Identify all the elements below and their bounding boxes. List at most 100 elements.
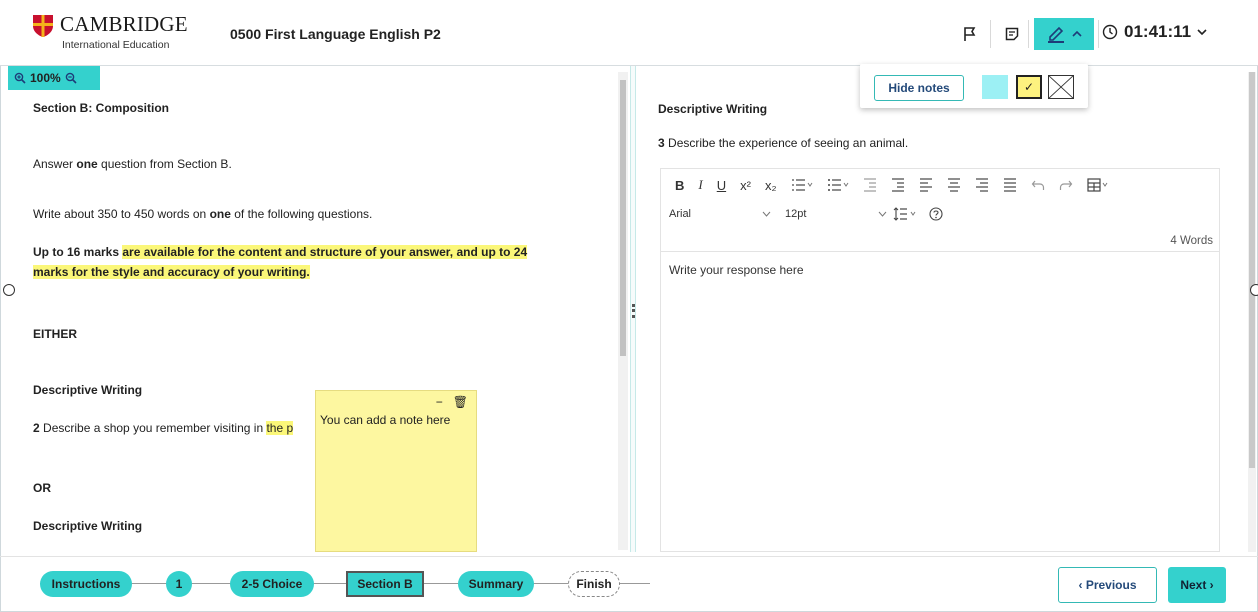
italic-button[interactable]: I	[698, 177, 702, 193]
text-segment: Up to 16 marks	[33, 245, 123, 259]
header-separator	[1028, 20, 1029, 48]
response-heading: Descriptive Writing	[658, 102, 768, 116]
notes-button[interactable]	[1000, 22, 1024, 46]
font-size-value: 12pt	[785, 208, 807, 220]
flag-button[interactable]	[958, 22, 982, 46]
hide-notes-button[interactable]: Hide notes	[874, 75, 964, 101]
align-center-icon[interactable]	[947, 178, 961, 192]
next-button[interactable]: Next ›	[1168, 567, 1226, 603]
bold-button[interactable]: B	[675, 178, 684, 193]
timer[interactable]: 01:41:11	[1102, 22, 1207, 42]
drag-handle-icon[interactable]	[632, 304, 635, 318]
exam-title: 0500 First Language English P2	[230, 26, 441, 42]
marks-instruction: Up to 16 marks are available for the con…	[33, 242, 593, 282]
step-instructions[interactable]: Instructions	[40, 571, 132, 597]
left-scrollbar[interactable]	[618, 72, 628, 550]
header-separator	[990, 20, 991, 48]
superscript-button[interactable]: x²	[740, 178, 751, 193]
editor-toolbar: B I U x² x₂	[661, 169, 1219, 201]
delete-icon[interactable]: 🗑	[453, 395, 468, 409]
question-2-heading: Descriptive Writing	[33, 383, 143, 397]
text-segment: of the following questions.	[230, 207, 373, 221]
text-segment: Answer	[33, 157, 77, 171]
text-segment: Describe a shop you remember visiting in	[39, 421, 267, 435]
highlighter-toggle-button[interactable]	[1034, 18, 1094, 50]
step-1[interactable]: 1	[166, 571, 192, 597]
undo-icon[interactable]	[1031, 178, 1045, 192]
justify-icon[interactable]	[1003, 178, 1017, 192]
align-left-icon[interactable]	[919, 178, 933, 192]
step-2-5-choice[interactable]: 2-5 Choice	[230, 571, 314, 597]
question-3-text: 3 Describe the experience of seeing an a…	[658, 136, 908, 150]
question-number: 2	[33, 421, 40, 435]
header-separator	[1098, 20, 1099, 48]
scrollbar-thumb[interactable]	[620, 80, 626, 356]
previous-button[interactable]: ‹ Previous	[1058, 567, 1157, 603]
header: CAMBRIDGE International Education 0500 F…	[0, 0, 1258, 66]
note-toolbar: − 🗑	[436, 395, 468, 409]
numbered-list-icon[interactable]	[791, 178, 813, 192]
font-size-select[interactable]: 12pt	[785, 208, 887, 220]
cambridge-logo: CAMBRIDGE International Education	[32, 12, 192, 56]
font-family-select[interactable]: Arial	[669, 208, 771, 220]
chevron-down-icon	[1197, 29, 1207, 36]
check-icon: ✓	[1023, 80, 1035, 94]
minimize-icon[interactable]: −	[436, 395, 443, 409]
question-number: 3	[658, 136, 665, 150]
zoom-control[interactable]: 100%	[8, 66, 100, 90]
notes-popover: Hide notes ✓	[860, 64, 1088, 108]
flag-icon	[964, 27, 976, 41]
step-summary[interactable]: Summary	[458, 571, 534, 597]
sticky-note[interactable]: − 🗑 You can add a note here	[315, 390, 477, 552]
footer-navigation: Instructions 1 2-5 Choice Section B Summ…	[0, 556, 1258, 612]
subscript-button[interactable]: x₂	[765, 178, 777, 193]
brand-subtitle: International Education	[62, 39, 170, 51]
chevron-down-icon	[762, 211, 771, 217]
zoom-level: 100%	[30, 71, 61, 85]
bullet-list-icon[interactable]	[827, 178, 849, 192]
question-2-text: 2 Describe a shop you remember visiting …	[33, 418, 294, 438]
brand-name: CAMBRIDGE	[60, 12, 188, 36]
pane-divider[interactable]	[630, 66, 636, 552]
section-title: Section B: Composition	[33, 101, 169, 115]
font-toolbar: Arial 12pt	[661, 201, 1219, 227]
word-count-instruction: Write about 350 to 450 words on one of t…	[33, 204, 372, 224]
clock-icon	[1102, 24, 1118, 40]
or-label: OR	[33, 481, 51, 495]
zoom-in-icon[interactable]	[14, 72, 26, 84]
timer-value: 01:41:11	[1124, 22, 1192, 41]
outdent-icon[interactable]	[863, 178, 877, 192]
highlighted-text[interactable]: marks for the style and accuracy of your…	[33, 265, 310, 279]
color-swatch-yellow[interactable]: ✓	[1016, 75, 1042, 99]
zoom-out-icon[interactable]	[65, 72, 77, 84]
note-text[interactable]: You can add a note here	[320, 413, 450, 427]
step-section-b[interactable]: Section B	[346, 571, 424, 597]
indent-icon[interactable]	[891, 178, 905, 192]
resize-handle[interactable]	[1250, 284, 1258, 296]
table-icon[interactable]	[1086, 178, 1109, 192]
step-finish[interactable]: Finish	[568, 571, 620, 597]
text-segment: question from Section B.	[97, 157, 232, 171]
right-scrollbar[interactable]	[1248, 72, 1256, 552]
pen-icon	[1048, 26, 1064, 43]
font-family-value: Arial	[669, 208, 692, 220]
redo-icon[interactable]	[1059, 178, 1073, 192]
response-text-area[interactable]: Write your response here	[669, 263, 804, 277]
color-swatch-cyan[interactable]	[982, 75, 1008, 99]
editor-divider	[661, 251, 1219, 252]
either-label: EITHER	[33, 327, 78, 341]
highlighted-text[interactable]: the p	[266, 421, 294, 435]
align-right-icon[interactable]	[975, 178, 989, 192]
help-icon[interactable]	[929, 207, 943, 221]
highlighted-text[interactable]: are available for the content and struct…	[122, 245, 528, 259]
chevron-down-icon	[878, 211, 887, 217]
line-height-icon[interactable]	[893, 207, 919, 221]
notes-icon	[1005, 27, 1019, 41]
no-color-swatch[interactable]	[1048, 75, 1074, 99]
text-segment: one	[209, 207, 231, 221]
text-segment: Write about 350 to 450 words on	[33, 207, 210, 221]
resize-handle[interactable]	[3, 284, 15, 296]
rich-text-editor: B I U x² x₂ Arial 12pt 4 Words Write you…	[660, 168, 1220, 552]
underline-button[interactable]: U	[717, 178, 726, 193]
scrollbar-thumb[interactable]	[1249, 72, 1255, 468]
